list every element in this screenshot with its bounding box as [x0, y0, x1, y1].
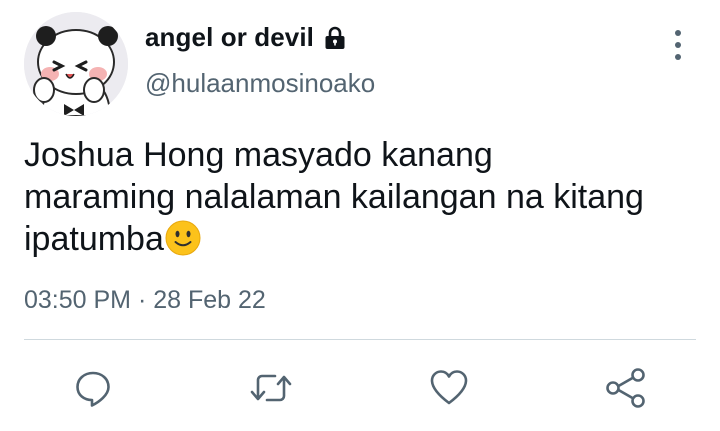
share-button[interactable] — [604, 366, 648, 410]
timestamp-separator: · — [137, 286, 147, 314]
display-name[interactable]: angel or devil — [145, 22, 314, 53]
tweet-text-line: Joshua Hong masyado kanang — [24, 136, 493, 174]
timestamp[interactable]: 03:50 PM · 28 Feb 22 — [24, 286, 266, 315]
lock-icon — [325, 26, 345, 49]
author-name-row: angel or devil — [145, 22, 348, 53]
tweet-text-line-last: ipatumba — [24, 218, 694, 260]
panda-avatar-icon — [24, 12, 128, 116]
tweet-date: 28 Feb 22 — [153, 286, 266, 314]
divider — [24, 339, 696, 340]
retweet-button[interactable] — [249, 366, 293, 410]
author-handle[interactable]: @hulaanmosinoako — [145, 68, 375, 99]
reply-icon — [76, 371, 110, 407]
avatar[interactable] — [24, 12, 128, 116]
tweet-card: angel or devil @hulaanmosinoako Joshua H… — [0, 0, 720, 431]
reply-button[interactable] — [71, 366, 115, 410]
retweet-icon — [250, 374, 292, 402]
slightly-smiling-face-emoji — [165, 220, 201, 256]
tweet-text: Joshua Hong masyado kanang maraming nala… — [24, 134, 694, 260]
tweet-text-fragment: ipatumba — [24, 220, 164, 258]
tweet-text-line: maraming nalalaman kailangan na kitang — [24, 178, 644, 216]
share-icon — [606, 368, 645, 408]
tweet-time: 03:50 PM — [24, 286, 132, 314]
heart-icon — [430, 370, 468, 405]
like-button[interactable] — [427, 366, 471, 410]
more-vertical-icon[interactable] — [664, 30, 692, 60]
